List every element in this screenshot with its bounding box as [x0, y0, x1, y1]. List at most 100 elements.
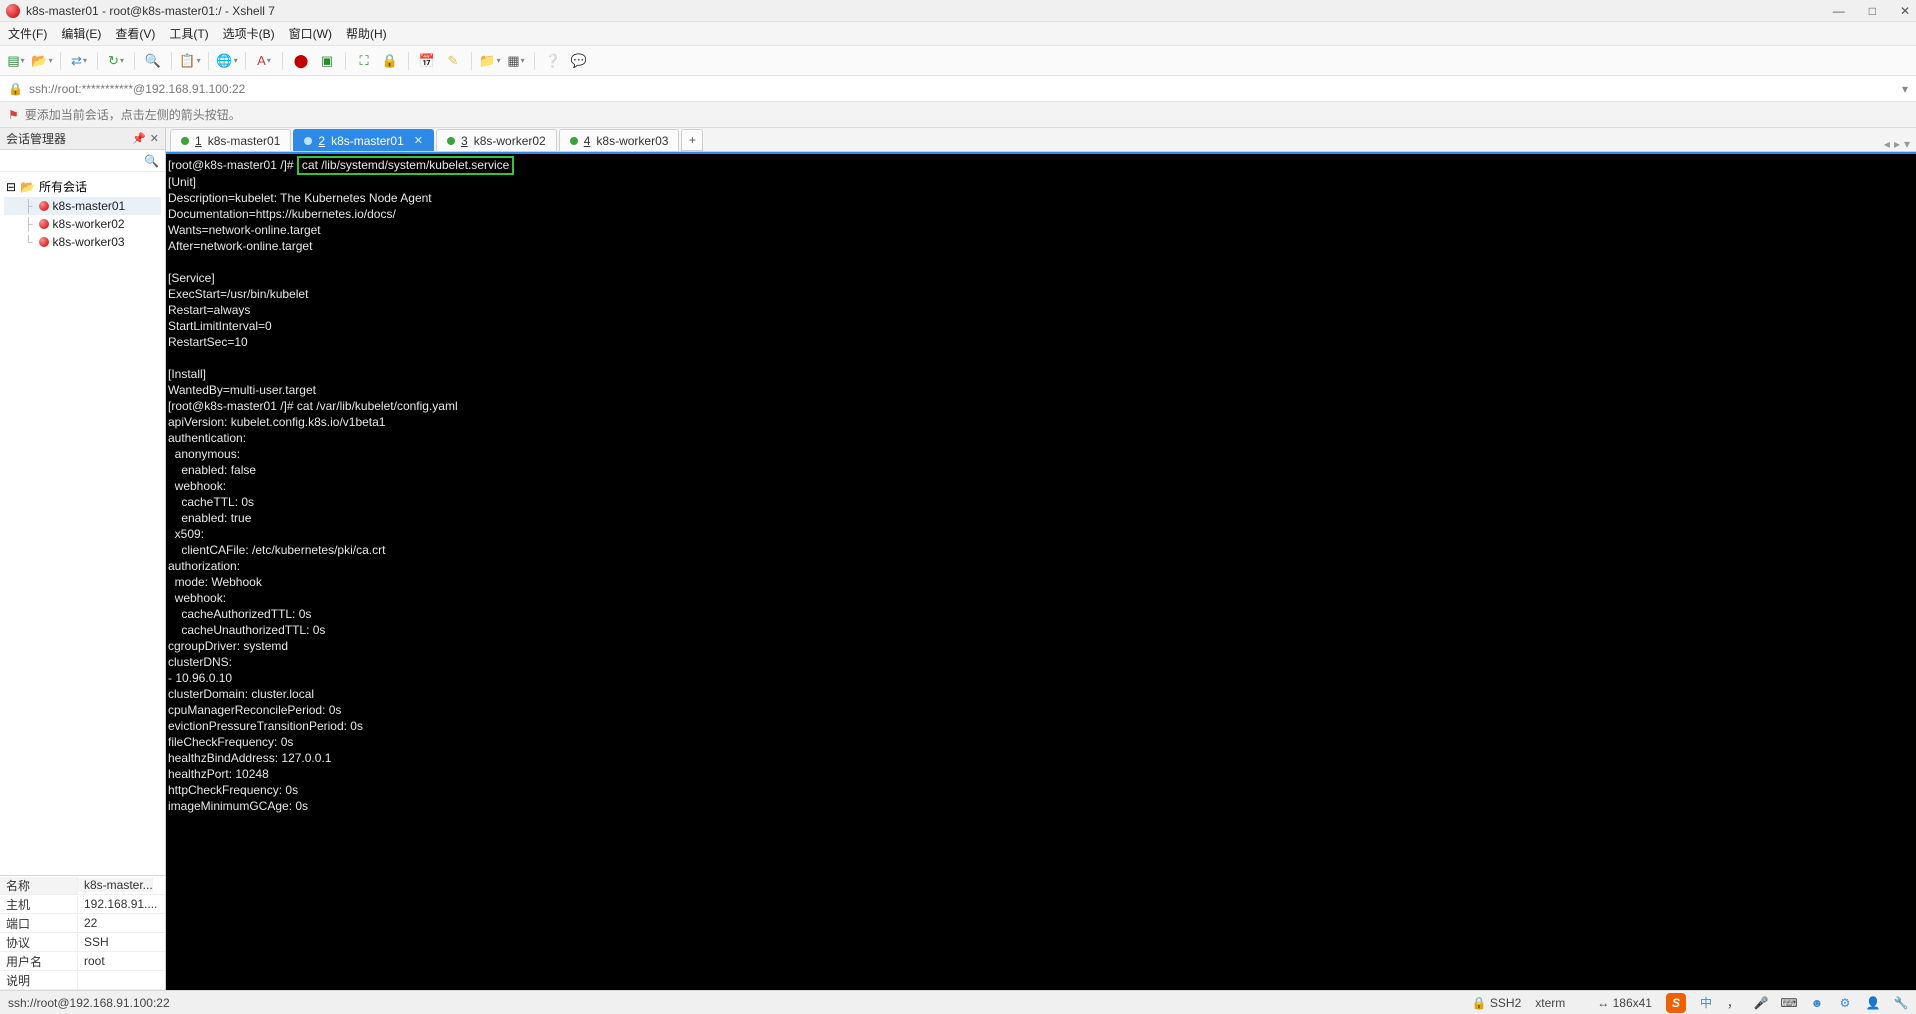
- tray-emoji-icon[interactable]: ☻: [1810, 996, 1824, 1010]
- maximize-button[interactable]: □: [1869, 4, 1876, 18]
- session-status-icon: [39, 201, 49, 211]
- calendar-button[interactable]: 📅: [417, 51, 437, 71]
- tab-label: k8s-worker03: [596, 134, 668, 148]
- tab-prev-icon[interactable]: ◂: [1884, 137, 1890, 151]
- tab-label: k8s-master01: [208, 134, 281, 148]
- close-button[interactable]: ✕: [1900, 4, 1910, 18]
- help-button[interactable]: ❔: [543, 51, 563, 71]
- search-button[interactable]: 🔍: [143, 51, 163, 71]
- toolbar-sep: [534, 52, 535, 70]
- toolbar-sep: [60, 52, 61, 70]
- tree-line: ├: [24, 217, 33, 231]
- session-item-k8s-master01[interactable]: ├ k8s-master01: [4, 197, 161, 215]
- new-tab-button[interactable]: +: [681, 129, 703, 151]
- prop-key: 协议: [0, 934, 78, 951]
- menu-view[interactable]: 查看(V): [115, 25, 155, 42]
- tab-close-icon[interactable]: ✕: [414, 134, 423, 147]
- tab-status-icon: [181, 137, 189, 145]
- copy-button[interactable]: 📋: [180, 51, 200, 71]
- tab-2[interactable]: 2 k8s-master01 ✕: [293, 129, 434, 151]
- prop-row-host: 主机 192.168.91....: [0, 895, 165, 914]
- folder-icon: 📂: [20, 180, 35, 194]
- session-tree: ⊟ 📂 所有会话 ├ k8s-master01 ├ k8s-worker02 └…: [0, 172, 165, 255]
- collapse-icon[interactable]: ⊟: [6, 180, 16, 194]
- tray-user-icon[interactable]: 👤: [1866, 996, 1880, 1010]
- reconnect-button[interactable]: ↻: [106, 51, 126, 71]
- globe-button[interactable]: 🌐: [217, 51, 237, 71]
- terminal-prompt2: [root@k8s-master01 /]# cat /var/lib/kube…: [168, 399, 458, 413]
- tree-line: ├: [24, 199, 33, 213]
- tab-list-icon[interactable]: ▾: [1904, 137, 1910, 151]
- session-item-k8s-worker03[interactable]: └ k8s-worker03: [4, 233, 161, 251]
- highlight-button[interactable]: ✎: [443, 51, 463, 71]
- session-manager-panel: 会话管理器 📌 ✕ 🔍 ⊟ 📂 所有会话 ├ k8s-master01 ├ k8…: [0, 128, 166, 990]
- minimize-button[interactable]: —: [1833, 4, 1845, 18]
- tab-next-icon[interactable]: ▸: [1894, 137, 1900, 151]
- tab-status-icon: [570, 137, 578, 145]
- highlighted-command: cat /lib/systemd/system/kubelet.service: [297, 156, 514, 175]
- lock-button[interactable]: 🔒: [380, 51, 400, 71]
- tray-keyboard-icon[interactable]: ⌨: [1782, 996, 1796, 1010]
- menu-edit[interactable]: 编辑(E): [61, 25, 101, 42]
- stop-button[interactable]: ⬤: [291, 51, 311, 71]
- prop-key: 端口: [0, 915, 78, 932]
- menu-tabs[interactable]: 选项卡(B): [223, 25, 275, 42]
- address-text: ssh://root:***********@192.168.91.100:22: [29, 82, 245, 96]
- tab-label: k8s-master01: [331, 134, 404, 148]
- terminal[interactable]: [root@k8s-master01 /]# cat /lib/systemd/…: [166, 152, 1916, 990]
- lock-icon: 🔒: [8, 82, 23, 96]
- pin-icon[interactable]: 📌: [132, 132, 146, 145]
- play-button[interactable]: ▣: [317, 51, 337, 71]
- window-titlebar: k8s-master01 - root@k8s-master01:/ - Xsh…: [0, 0, 1916, 22]
- sogou-ime-icon[interactable]: S: [1666, 993, 1686, 1013]
- prop-key: 说明: [0, 972, 78, 989]
- tray-mic-icon[interactable]: 🎤: [1754, 996, 1768, 1010]
- chat-button[interactable]: 💬: [569, 51, 589, 71]
- ssh-icon: 🔒: [1472, 996, 1486, 1010]
- transfer-button[interactable]: ⇄: [69, 51, 89, 71]
- terminal-output2: apiVersion: kubelet.config.k8s.io/v1beta…: [168, 415, 385, 813]
- toolbar-sep: [208, 52, 209, 70]
- tab-label: k8s-worker02: [474, 134, 546, 148]
- session-search-row[interactable]: 🔍: [0, 150, 165, 172]
- fullscreen-button[interactable]: ⛶: [354, 51, 374, 71]
- search-icon: 🔍: [144, 154, 159, 168]
- address-bar[interactable]: 🔒 ssh://root:***********@192.168.91.100:…: [0, 76, 1916, 102]
- tab-4[interactable]: 4 k8s-worker03: [559, 129, 680, 151]
- tray-settings-icon[interactable]: ⚙: [1838, 996, 1852, 1010]
- tray-tool-icon[interactable]: 🔧: [1894, 996, 1908, 1010]
- prop-row-desc: 说明: [0, 971, 165, 990]
- prop-key: 用户名: [0, 953, 78, 970]
- tree-root[interactable]: ⊟ 📂 所有会话: [4, 176, 161, 197]
- layout-button[interactable]: ▦: [506, 51, 526, 71]
- hint-bar: ⚑ 要添加当前会话，点击左侧的箭头按钮。: [0, 102, 1916, 128]
- props-header-val: k8s-master...: [78, 878, 153, 892]
- ime-lang[interactable]: 中: [1700, 994, 1712, 1011]
- prop-key: 主机: [0, 896, 78, 913]
- tab-3[interactable]: 3 k8s-worker02: [436, 129, 557, 151]
- panel-close-icon[interactable]: ✕: [150, 132, 159, 145]
- menu-window[interactable]: 窗口(W): [289, 25, 332, 42]
- size-icon: [1579, 996, 1593, 1010]
- session-item-k8s-worker02[interactable]: ├ k8s-worker02: [4, 215, 161, 233]
- new-session-button[interactable]: ▤: [6, 51, 26, 71]
- tab-status-icon: [447, 137, 455, 145]
- session-manager-title: 会话管理器: [6, 130, 66, 147]
- open-button[interactable]: 📂: [32, 51, 52, 71]
- tab-1[interactable]: 1 k8s-master01: [170, 129, 291, 151]
- address-dropdown-icon[interactable]: ▾: [1902, 82, 1908, 96]
- toolbar: ▤ 📂 ⇄ ↻ 🔍 📋 🌐 A ⬤ ▣ ⛶ 🔒 📅 ✎ 📁 ▦ ❔ 💬: [0, 46, 1916, 76]
- status-connection: ssh://root@192.168.91.100:22: [8, 996, 170, 1010]
- menu-tools[interactable]: 工具(T): [169, 25, 208, 42]
- prop-val: 192.168.91....: [78, 897, 157, 911]
- tabstrip: 1 k8s-master01 2 k8s-master01 ✕ 3 k8s-wo…: [166, 128, 1916, 152]
- tray-punct-icon[interactable]: ，: [1726, 996, 1740, 1010]
- menu-file[interactable]: 文件(F): [8, 25, 47, 42]
- toolbar-sep: [245, 52, 246, 70]
- flag-icon: ⚑: [8, 108, 19, 122]
- folder-button[interactable]: 📁: [480, 51, 500, 71]
- props-header: 名称 k8s-master...: [0, 876, 165, 895]
- menu-help[interactable]: 帮助(H): [346, 25, 387, 42]
- tree-root-label: 所有会话: [39, 178, 87, 195]
- font-button[interactable]: A: [254, 51, 274, 71]
